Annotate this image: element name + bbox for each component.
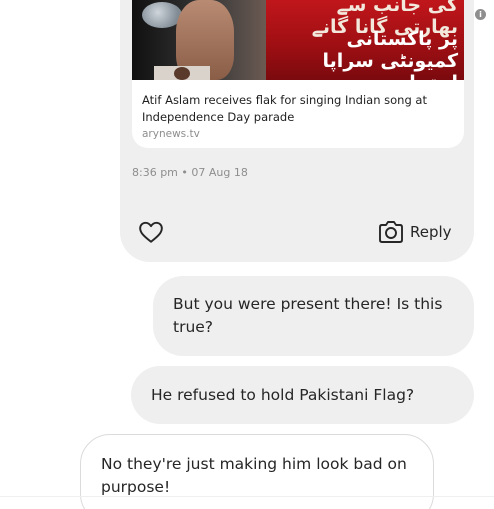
shared-post-card[interactable]: کی جانب سے بھارتی گانا گانے پر پاکستانی … xyxy=(132,0,464,148)
post-thumbnail: کی جانب سے بھارتی گانا گانے پر پاکستانی … xyxy=(132,0,464,80)
message-text: But you were present there! Is this true… xyxy=(173,295,443,336)
message-bubble-received[interactable]: No they're just making him look bad on p… xyxy=(80,434,434,509)
message-bubble-sent[interactable]: He refused to hold Pakistani Flag? xyxy=(131,366,474,424)
reply-button[interactable]: Reply xyxy=(378,218,452,246)
heart-icon[interactable] xyxy=(138,219,164,245)
thumbnail-caption-line2: پر پاکستانی کمیونٹی سراپا احتجاج xyxy=(322,28,458,80)
post-title: Atif Aslam receives flak for singing Ind… xyxy=(142,93,427,124)
message-timestamp: 8:36 pm • 07 Aug 18 xyxy=(132,166,248,179)
message-text: He refused to hold Pakistani Flag? xyxy=(151,385,415,404)
message-text: No they're just making him look bad on p… xyxy=(101,455,407,496)
shared-post-message: کی جانب سے بھارتی گانا گانے پر پاکستانی … xyxy=(120,0,474,262)
divider xyxy=(0,496,494,497)
post-source: arynews.tv xyxy=(142,128,200,140)
camera-icon xyxy=(378,220,404,244)
info-icon[interactable]: i xyxy=(475,9,486,20)
message-bubble-sent[interactable]: But you were present there! Is this true… xyxy=(153,276,474,356)
reply-label: Reply xyxy=(410,223,452,241)
